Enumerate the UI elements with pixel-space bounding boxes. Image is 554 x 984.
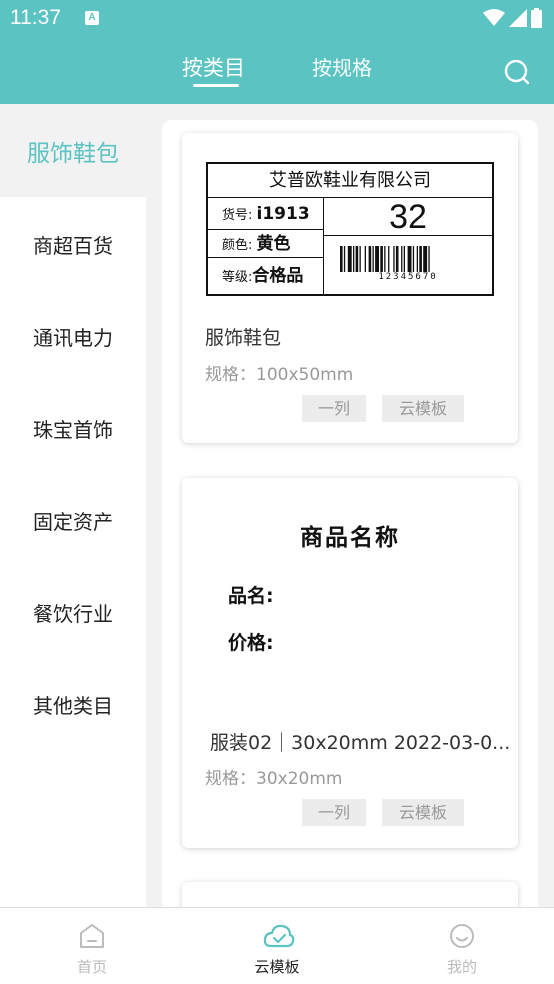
barcode-bar <box>403 246 405 272</box>
signal-icon <box>509 9 527 27</box>
nav-home-label: 首页 <box>76 958 107 976</box>
profile-icon <box>450 924 474 948</box>
barcode-bar <box>416 246 418 272</box>
cloud-icon <box>263 924 295 948</box>
column-tag[interactable]: 一列 <box>302 395 366 422</box>
barcode-bar <box>407 246 412 272</box>
label-product-name-field: 品名: <box>228 585 274 607</box>
label-color: 颜色: 黄色 <box>208 230 324 258</box>
barcode-bar <box>343 246 346 272</box>
barcode-bar <box>428 246 430 272</box>
barcode-bar <box>375 246 379 272</box>
tab-spec[interactable]: 按规格 <box>312 52 372 81</box>
barcode-bar <box>380 246 383 272</box>
barcode-bar <box>423 246 428 272</box>
template-card[interactable]: 艾普欧鞋业有限公司 货号: i1913 颜色: 黄色 等级:合格品 32 123… <box>182 133 518 443</box>
barcode-bar <box>347 246 352 272</box>
template-card[interactable] <box>182 882 518 907</box>
label-price-field: 价格: <box>228 632 274 654</box>
barcode-bar <box>368 246 372 272</box>
barcode-bar <box>419 246 422 272</box>
barcode-image <box>340 246 430 272</box>
barcode-bar <box>359 246 361 272</box>
barcode-bar <box>355 246 359 272</box>
nav-cloud-templates[interactable]: 云模板 <box>217 908 337 984</box>
nav-cloud-templates-label: 云模板 <box>254 958 300 976</box>
sidebar-item-other[interactable]: 其他类目 <box>0 690 146 719</box>
tab-category[interactable]: 按类目 <box>182 52 245 82</box>
color-value: 黄色 <box>256 234 291 254</box>
sidebar-item-supermarket[interactable]: 商超百货 <box>0 230 146 259</box>
grade-value: 合格品 <box>252 266 304 286</box>
label-size-number: 32 <box>324 198 492 236</box>
search-icon[interactable] <box>503 58 531 86</box>
grade-label: 等级: <box>222 270 253 285</box>
sidebar-item-jewelry[interactable]: 珠宝首饰 <box>0 414 146 443</box>
barcode-bar <box>388 246 390 272</box>
sidebar-item-fixed-assets[interactable]: 固定资产 <box>0 506 146 535</box>
barcode-bar <box>393 246 395 272</box>
bottom-navigation: 首页 云模板 我的 <box>0 907 554 984</box>
cloud-template-tag[interactable]: 云模板 <box>382 799 464 826</box>
template-name: 服装02｜30x20mm 2022-03-0... <box>210 732 511 754</box>
notification-icon: A <box>85 11 99 25</box>
battery-icon <box>531 8 542 28</box>
cloud-template-tag[interactable]: 云模板 <box>382 395 464 422</box>
nav-profile[interactable]: 我的 <box>402 908 522 984</box>
barcode-bar <box>372 246 374 272</box>
barcode-bar <box>353 246 355 272</box>
label-item-no: 货号: i1913 <box>208 198 324 230</box>
sidebar-item-apparel[interactable]: 服饰鞋包 <box>0 134 146 168</box>
nav-home[interactable]: 首页 <box>32 908 152 984</box>
header-bar: 11:37 A 按类目 按规格 <box>0 0 554 104</box>
wifi-icon <box>483 9 505 26</box>
status-time: 11:37 <box>10 6 61 29</box>
label-product-title: 商品名称 <box>300 525 400 551</box>
template-list: 艾普欧鞋业有限公司 货号: i1913 颜色: 黄色 等级:合格品 32 123… <box>162 120 538 907</box>
label-company: 艾普欧鞋业有限公司 <box>208 164 492 198</box>
template-spec: 规格：30x20mm <box>205 769 343 789</box>
barcode-bar <box>395 246 399 272</box>
barcode-bar <box>384 246 386 272</box>
barcode-bar <box>364 246 366 272</box>
tab-active-indicator <box>193 84 239 87</box>
label-grade: 等级:合格品 <box>208 258 324 294</box>
barcode-bar <box>401 246 403 272</box>
item-no-label: 货号: <box>222 208 253 223</box>
color-label: 颜色: <box>222 238 253 253</box>
nav-profile-label: 我的 <box>446 958 477 976</box>
column-tag[interactable]: 一列 <box>302 799 366 826</box>
barcode-bar <box>412 246 415 272</box>
label-fields: 货号: i1913 颜色: 黄色 等级:合格品 <box>208 198 324 294</box>
barcode-number: 12345670 <box>378 272 438 282</box>
template-card[interactable]: 商品名称 品名: 价格: 服装02｜30x20mm 2022-03-0... 规… <box>182 478 518 848</box>
home-icon <box>80 924 104 948</box>
template-name: 服饰鞋包 <box>205 327 282 349</box>
barcode-bar <box>340 246 343 272</box>
status-indicators <box>483 8 542 28</box>
sidebar-item-telecom[interactable]: 通讯电力 <box>0 322 146 351</box>
sidebar-item-catering[interactable]: 餐饮行业 <box>0 598 146 627</box>
template-spec: 规格：100x50mm <box>205 365 354 385</box>
label-preview: 艾普欧鞋业有限公司 货号: i1913 颜色: 黄色 等级:合格品 32 123… <box>206 162 494 296</box>
item-no-value: i1913 <box>256 204 310 224</box>
